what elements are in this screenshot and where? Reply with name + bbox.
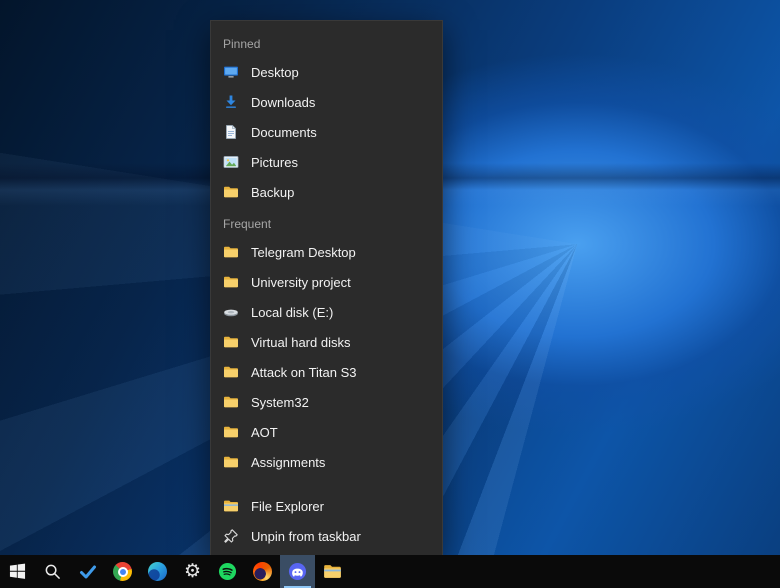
gear-icon: ⚙ [184,562,201,581]
jumplist-item-downloads[interactable]: Downloads [211,87,442,117]
jumplist-item-documents[interactable]: Documents [211,117,442,147]
file-explorer-icon [323,562,342,581]
jumplist-item-label: Virtual hard disks [251,335,350,350]
jumplist-item-label: University project [251,275,351,290]
chrome-button[interactable] [105,555,140,588]
edge-icon [148,562,167,581]
discord-icon [288,562,307,581]
folder-icon [223,454,239,470]
jumplist-item-label: Backup [251,185,294,200]
pictures-icon [223,154,239,170]
jumplist-item-label: Downloads [251,95,315,110]
search-icon [44,563,61,580]
jumplist-item-pictures[interactable]: Pictures [211,147,442,177]
jumplist-item-label: Telegram Desktop [251,245,356,260]
firefox-icon [253,562,272,581]
checkmark-icon [79,563,97,581]
discord-button[interactable] [280,555,315,588]
jumplist-item-label: Desktop [251,65,299,80]
firefox-button[interactable] [245,555,280,588]
jumplist-tasks: File Explorer Unpin from taskbar [211,491,442,551]
unpin-icon [223,528,239,544]
spotify-button[interactable] [210,555,245,588]
task-label: Unpin from taskbar [251,529,361,544]
jumplist-item-label: Assignments [251,455,325,470]
edge-button[interactable] [140,555,175,588]
folder-icon [223,424,239,440]
jumplist-item-university-project[interactable]: University project [211,267,442,297]
jumplist-item-telegram-desktop[interactable]: Telegram Desktop [211,237,442,267]
chrome-icon [113,562,132,581]
jumplist-item-aot[interactable]: AOT [211,417,442,447]
search-button[interactable] [35,555,70,588]
folder-icon [223,334,239,350]
jumplist-item-attack-on-titan-s3[interactable]: Attack on Titan S3 [211,357,442,387]
folder-icon [223,394,239,410]
jumplist-item-assignments[interactable]: Assignments [211,447,442,477]
task-unpin-from-taskbar[interactable]: Unpin from taskbar [211,521,442,551]
jumplist-section-header-frequent: Frequent [211,211,442,237]
folder-icon [223,274,239,290]
file-explorer-jumplist: Pinned Desktop Downloads Documents Pictu… [210,20,443,556]
jumplist-item-system32[interactable]: System32 [211,387,442,417]
settings-button[interactable]: ⚙ [175,555,210,588]
jumplist-item-local-disk-e[interactable]: Local disk (E:) [211,297,442,327]
jumplist-item-virtual-hard-disks[interactable]: Virtual hard disks [211,327,442,357]
file-explorer-button[interactable] [315,555,350,588]
folder-icon [223,184,239,200]
file-explorer-icon [223,498,239,514]
jumplist-item-label: Documents [251,125,317,140]
windows-logo-icon [9,563,26,580]
drive-icon [223,304,239,320]
task-file-explorer[interactable]: File Explorer [211,491,442,521]
jumplist-item-desktop[interactable]: Desktop [211,57,442,87]
jumplist-item-label: Pictures [251,155,298,170]
desktop-icon [223,64,239,80]
jumplist-item-label: Local disk (E:) [251,305,333,320]
jumplist-item-backup[interactable]: Backup [211,177,442,207]
jumplist-item-label: System32 [251,395,309,410]
start-button[interactable] [0,555,35,588]
taskbar: ⚙ [0,555,780,588]
todo-app-button[interactable] [70,555,105,588]
jumplist-section-header-pinned: Pinned [211,31,442,57]
spotify-icon [218,562,237,581]
downloads-icon [223,94,239,110]
folder-icon [223,244,239,260]
documents-icon [223,124,239,140]
task-label: File Explorer [251,499,324,514]
jumplist-item-label: Attack on Titan S3 [251,365,357,380]
folder-icon [223,364,239,380]
jumplist-item-label: AOT [251,425,278,440]
